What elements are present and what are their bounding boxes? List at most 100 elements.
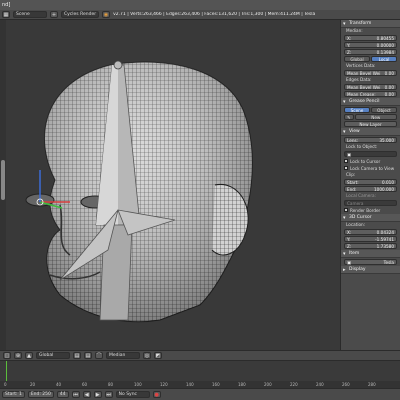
pivot-selector[interactable]: Median (106, 352, 140, 359)
mean-crease-label: Mean Crease: (347, 91, 376, 97)
vertex-mode-icon[interactable]: ▲ (25, 352, 33, 359)
end-frame-field[interactable]: End: 250 (27, 391, 54, 398)
space-toggle: Global Local (344, 56, 397, 62)
cursor-location-label: Location: (346, 222, 366, 227)
timeline-tick-label: 160 (212, 382, 220, 387)
grease-pencil-source-toggle: Scene Object (344, 107, 397, 113)
timeline-tick-label: 140 (186, 382, 194, 387)
3d-viewport[interactable] (0, 20, 340, 350)
cursor-z-field[interactable]: Z: 1.73580 (344, 243, 397, 249)
clip-end-field[interactable]: End: 1000.000 (344, 186, 397, 192)
global-button[interactable]: Global (344, 56, 370, 62)
y-label: Y: (347, 236, 351, 242)
orientation-selector[interactable]: Global (36, 352, 70, 359)
x-label: X: (347, 229, 352, 235)
transform-panel-header[interactable]: Transform (341, 20, 400, 28)
play-icon[interactable]: ▶ (93, 391, 102, 398)
magnet-icon[interactable]: ⌒ (95, 352, 103, 359)
item-panel-header[interactable]: Item (341, 250, 400, 258)
grease-pencil-panel-header[interactable]: Grease Pencil (341, 98, 400, 106)
play-reverse-icon[interactable]: ◀ (82, 391, 91, 398)
lock-to-object-label: Lock to Object: (346, 144, 378, 149)
grease-new-row: ✎ New (344, 114, 397, 120)
head-mesh-render (25, 60, 253, 323)
x-value: 0.80455 (376, 35, 394, 41)
jump-start-icon[interactable]: ⏮ (71, 391, 80, 398)
median-y-field[interactable]: Y: 0.00000 (344, 42, 397, 48)
lock-camera-to-view-checkbox[interactable]: Lock Camera to View (344, 165, 397, 171)
mean-crease-field[interactable]: Mean Crease: 0.00 (344, 91, 397, 97)
grease-scene-button[interactable]: Scene (344, 107, 370, 113)
bevel-weight-value: 0.00 (384, 70, 394, 76)
grease-object-button[interactable]: Object (371, 107, 397, 113)
item-name-field[interactable]: ▣ Tesla (344, 259, 397, 265)
jump-end-icon[interactable]: ⏭ (104, 391, 113, 398)
sync-selector[interactable]: No Sync (115, 391, 150, 398)
info-header: ▦ Scene + Cycles Render ◉ v2.71 | Verts:… (0, 10, 400, 20)
timeline-tick-label: 280 (368, 382, 376, 387)
checkbox-icon (344, 166, 348, 170)
3d-cursor-panel-header[interactable]: 3D Cursor (341, 214, 400, 222)
local-button[interactable]: Local (371, 56, 397, 62)
timeline-header: Start: 1 End: 250 44 ⏮ ◀ ▶ ⏭ No Sync ● (0, 388, 400, 400)
view-type-icon[interactable]: ◫ (3, 352, 11, 359)
scene-selector[interactable]: Scene (13, 11, 47, 18)
z-label: Z: (347, 243, 352, 249)
camera-selector[interactable]: Camera (344, 200, 397, 206)
vertex-bevel-weight-field[interactable]: Mean Bevel Wei 0.00 (344, 70, 397, 76)
snap-icon[interactable]: ⊕ (14, 352, 22, 359)
current-frame-field[interactable]: 44 (56, 391, 69, 398)
render-border-checkbox[interactable]: Render Border (344, 207, 397, 213)
cube-icon: ▣ (347, 151, 351, 157)
lock-to-cursor-checkbox[interactable]: Lock to Cursor (344, 158, 397, 164)
timeline-tick-label: 220 (290, 382, 298, 387)
lock-object-selector[interactable]: ▣ (344, 151, 397, 157)
camera-label: Camera (347, 200, 364, 206)
timeline-tick-label: 80 (108, 382, 114, 387)
pencil-icon[interactable]: ✎ (344, 114, 354, 120)
timeline-tick-label: 0 (4, 382, 7, 387)
grease-new-button[interactable]: New (354, 114, 397, 120)
cursor-y-field[interactable]: Y: -1.59741 (344, 236, 397, 242)
edge-bevel-weight-field[interactable]: Mean Bevel Wei 0.00 (344, 84, 397, 90)
timeline-tick-label: 100 (134, 382, 142, 387)
display-panel-header[interactable]: Display (341, 266, 400, 274)
timeline-tick-label: 120 (160, 382, 168, 387)
item-name-value: Tesla (383, 259, 394, 265)
y-value: 0.00000 (376, 42, 394, 48)
lock-to-cursor-label: Lock to Cursor (350, 158, 381, 164)
scrollbar-thumb[interactable] (1, 160, 5, 200)
checkbox-icon (344, 208, 348, 212)
view-panel-header[interactable]: View (341, 128, 400, 136)
lens-label: Lens: (347, 137, 359, 143)
clip-end-value: 1000.000 (374, 186, 394, 192)
lens-value: 35.000 (379, 137, 394, 143)
median-z-field[interactable]: Z: 0.13984 (344, 49, 397, 55)
viewport-scrollbar[interactable] (0, 20, 6, 350)
median-label: Median: (346, 28, 363, 33)
window-title: nd] (2, 2, 11, 8)
clip-start-label: Start: (347, 179, 359, 185)
start-frame-field[interactable]: Start: 1 (2, 391, 25, 398)
record-icon[interactable]: ● (152, 391, 161, 398)
proportional-edit-icon[interactable]: ◎ (143, 352, 151, 359)
clip-start-field[interactable]: Start: 0.010 (344, 179, 397, 185)
lens-field[interactable]: Lens: 35.000 (344, 137, 397, 143)
timeline-tick-label: 240 (316, 382, 324, 387)
render-engine-selector[interactable]: Cycles Render (61, 11, 100, 18)
bevel-weight-label: Mean Bevel Wei (347, 84, 381, 90)
timeline[interactable]: 0 20 40 60 80 100 120 140 160 180 200 220 240 260 280 (0, 360, 400, 389)
add-scene-icon[interactable]: + (50, 11, 58, 18)
timeline-tick-label: 200 (264, 382, 272, 387)
clip-start-value: 0.010 (382, 179, 394, 185)
view-icon[interactable]: ▦ (2, 11, 10, 18)
median-x-field[interactable]: X: 0.80455 (344, 35, 397, 41)
render-icon[interactable]: ◩ (154, 352, 162, 359)
new-layer-button[interactable]: New Layer (344, 121, 397, 127)
timeline-tick-label: 180 (238, 382, 246, 387)
blender-window: nd] ▦ Scene + Cycles Render ◉ v2.71 | Ve… (0, 0, 400, 400)
layer-icon[interactable]: ▤ (84, 352, 92, 359)
layer-icon[interactable]: ▤ (73, 352, 81, 359)
3d-view-header: ◫ ⊕ ▲ Global ▤ ▤ ⌒ Median ◎ ◩ (0, 350, 400, 360)
cursor-x-field[interactable]: X: 0.04324 (344, 229, 397, 235)
